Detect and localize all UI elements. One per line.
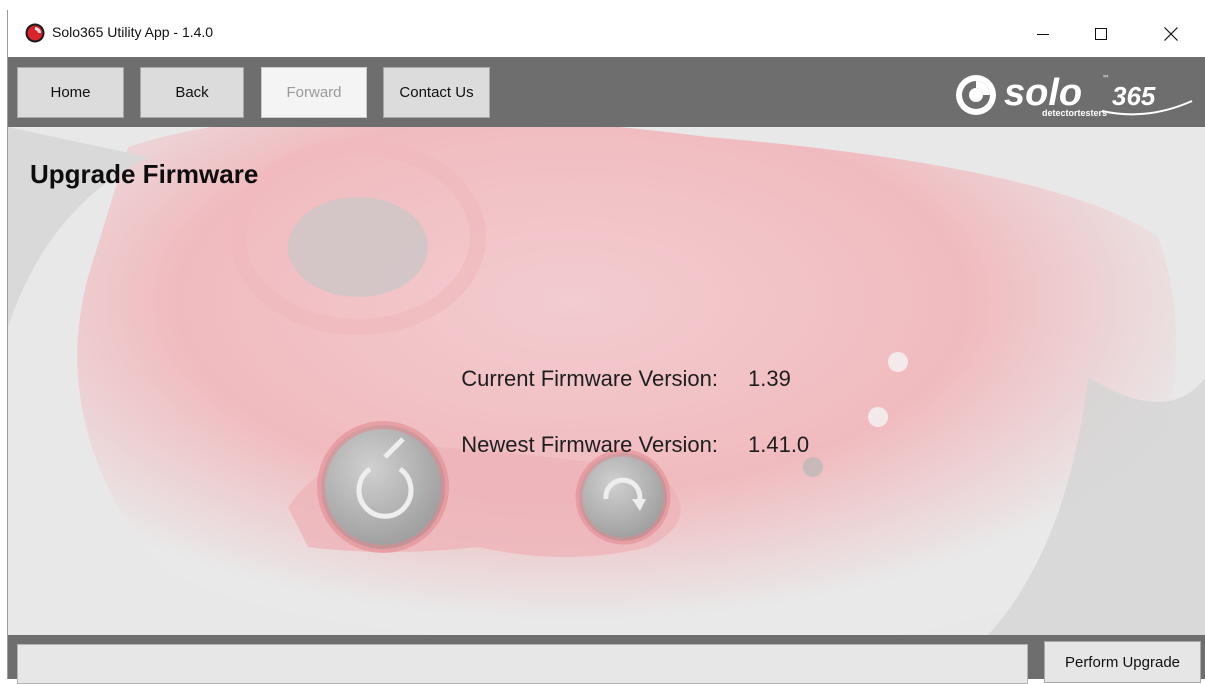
maximize-icon xyxy=(1095,27,1107,40)
logo-number: 365 xyxy=(1112,81,1156,111)
newest-firmware-label: Newest Firmware Version: xyxy=(461,432,718,457)
close-button[interactable] xyxy=(1148,10,1194,57)
app-window: Solo365 Utility App - 1.4.0 Home Back Fo… xyxy=(7,10,1205,684)
newest-firmware-value: 1.41.0 xyxy=(748,432,810,457)
main-content: Upgrade Firmware Current Firmware Versio… xyxy=(8,127,1205,635)
background-window-strip xyxy=(0,0,1205,10)
close-icon xyxy=(1164,26,1178,41)
maximize-button[interactable] xyxy=(1078,10,1124,57)
logo-trademark: ™ xyxy=(1102,74,1110,83)
title-bar[interactable]: Solo365 Utility App - 1.4.0 xyxy=(8,10,1205,57)
page-title: Upgrade Firmware xyxy=(30,159,259,189)
back-button[interactable]: Back xyxy=(140,67,244,118)
contact-us-button[interactable]: Contact Us xyxy=(383,67,490,118)
forward-button[interactable]: Forward xyxy=(261,67,367,118)
minimize-button[interactable] xyxy=(1020,10,1066,57)
minimize-icon xyxy=(1037,33,1049,35)
current-firmware-label: Current Firmware Version: xyxy=(461,366,718,391)
solo365-logo: solo 365 ™ detectortesters xyxy=(956,72,1193,118)
nav-bar: Home Back Forward Contact Us solo 365 ™ … xyxy=(8,57,1205,127)
perform-upgrade-button[interactable]: Perform Upgrade xyxy=(1044,641,1201,683)
solo365-app-icon xyxy=(25,23,45,43)
home-button[interactable]: Home xyxy=(17,67,124,118)
current-firmware-value: 1.39 xyxy=(748,366,791,391)
status-field xyxy=(17,644,1028,684)
window-title: Solo365 Utility App - 1.4.0 xyxy=(52,24,214,40)
bottom-bar: Perform Upgrade xyxy=(8,635,1205,684)
logo-tagline: detectortesters xyxy=(1042,108,1107,118)
